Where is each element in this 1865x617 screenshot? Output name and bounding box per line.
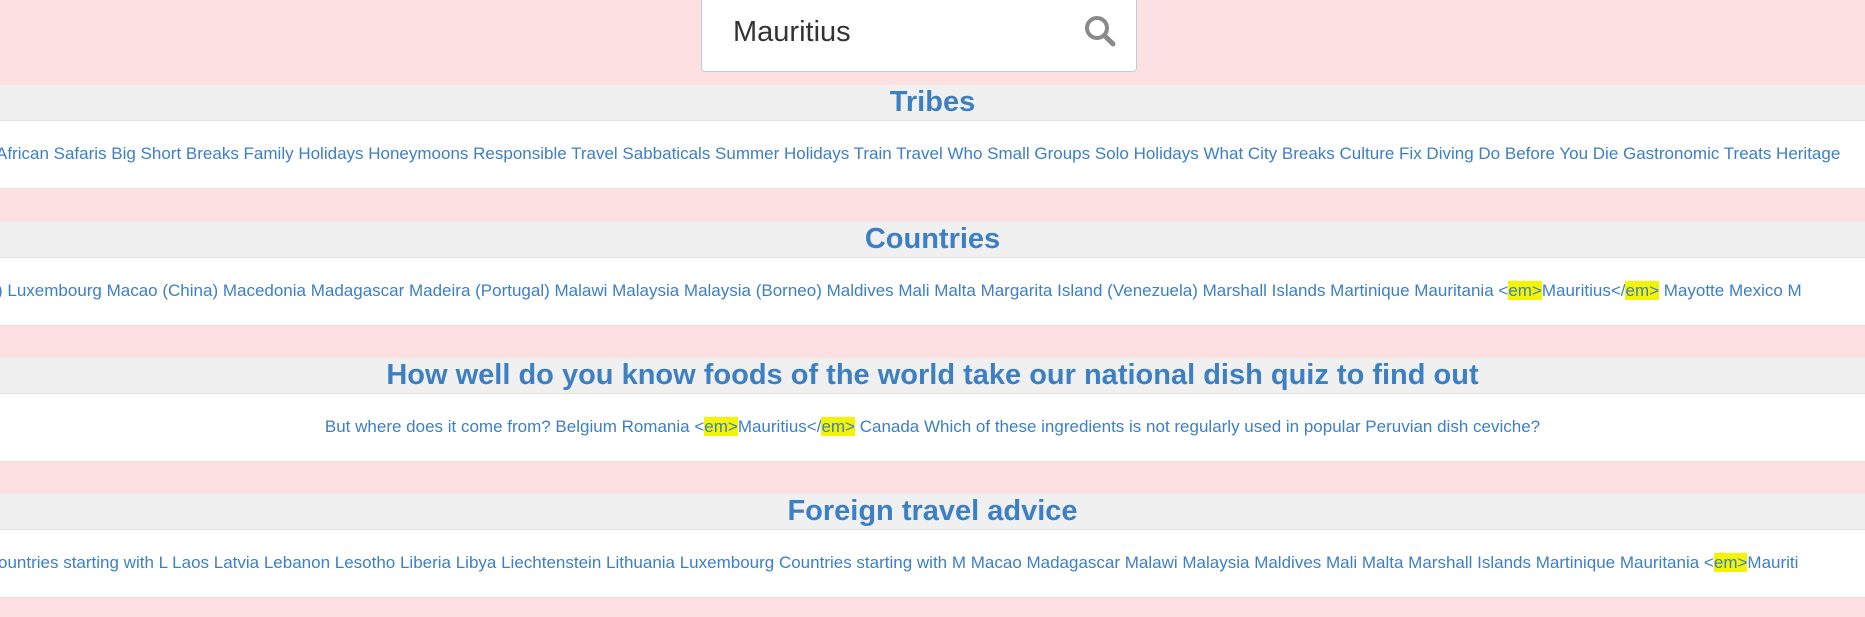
section-title-quiz[interactable]: How well do you know foods of the world … xyxy=(0,358,1865,393)
text-part: African Safaris Big Short Breaks Family … xyxy=(0,144,1841,163)
text-part: ountries starting with L Laos Latvia Leb… xyxy=(0,553,1714,572)
text-part: Canada Which of these ingredients is not… xyxy=(854,417,1541,436)
section-title-foreign-travel-advice[interactable]: Foreign travel advice xyxy=(0,494,1865,529)
section-body-countries: ) Luxembourg Macao (China) Macedonia Mad… xyxy=(0,257,1865,326)
search-box xyxy=(701,0,1137,72)
highlight-tag: em> xyxy=(1508,281,1542,300)
section-text-countries[interactable]: ) Luxembourg Macao (China) Macedonia Mad… xyxy=(0,280,1802,302)
section-text-tribes[interactable]: African Safaris Big Short Breaks Family … xyxy=(0,143,1840,165)
search-input[interactable] xyxy=(733,12,1063,52)
section-body-tribes: African Safaris Big Short Breaks Family … xyxy=(0,120,1865,189)
section-body-quiz: But where does it come from? Belgium Rom… xyxy=(0,393,1865,462)
text-part: Mayotte Mexico M xyxy=(1659,281,1802,300)
section-title-countries[interactable]: Countries xyxy=(0,222,1865,257)
text-part: But where does it come from? Belgium Rom… xyxy=(324,417,705,436)
section-body-foreign-travel-advice: ountries starting with L Laos Latvia Leb… xyxy=(0,529,1865,598)
section-countries: Countries ) Luxembourg Macao (China) Mac… xyxy=(0,222,1865,326)
highlight-tag: em> xyxy=(704,417,738,436)
highlight-tag: em> xyxy=(1713,553,1748,572)
section-tribes: Tribes African Safaris Big Short Breaks … xyxy=(0,85,1865,189)
text-part: Mauriti xyxy=(1747,553,1799,572)
search-icon[interactable] xyxy=(1082,13,1118,49)
section-text-quiz[interactable]: But where does it come from? Belgium Rom… xyxy=(0,416,1865,438)
text-part: ) Luxembourg Macao (China) Macedonia Mad… xyxy=(0,281,1509,300)
section-quiz: How well do you know foods of the world … xyxy=(0,358,1865,462)
highlight-tag: em> xyxy=(821,417,855,436)
text-part: Mauritius</ xyxy=(737,417,822,436)
text-part: Mauritius</ xyxy=(1541,281,1626,300)
section-foreign-travel-advice: Foreign travel advice ountries starting … xyxy=(0,494,1865,598)
section-title-tribes[interactable]: Tribes xyxy=(0,85,1865,120)
section-text-foreign-travel-advice[interactable]: ountries starting with L Laos Latvia Leb… xyxy=(0,552,1798,574)
highlight-tag: em> xyxy=(1625,281,1660,300)
